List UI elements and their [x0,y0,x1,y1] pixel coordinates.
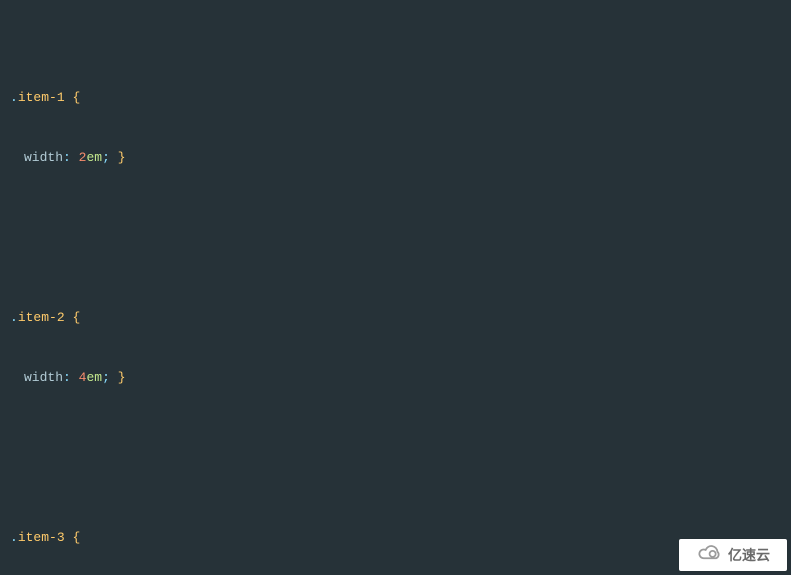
watermark-badge: 亿速云 [679,539,787,571]
watermark-text: 亿速云 [728,545,770,565]
cloud-icon [696,543,724,568]
code-line: .item-3 { [10,528,791,548]
code-line: .item-2 { [10,308,791,328]
code-editor[interactable]: .item-1 { width: 2em; } .item-2 { width:… [0,0,791,575]
code-line: width: 4em; } [10,368,791,388]
code-line: width: 2em; } [10,148,791,168]
blank-line [10,428,791,448]
code-line: .item-1 { [10,88,791,108]
blank-line [10,208,791,228]
